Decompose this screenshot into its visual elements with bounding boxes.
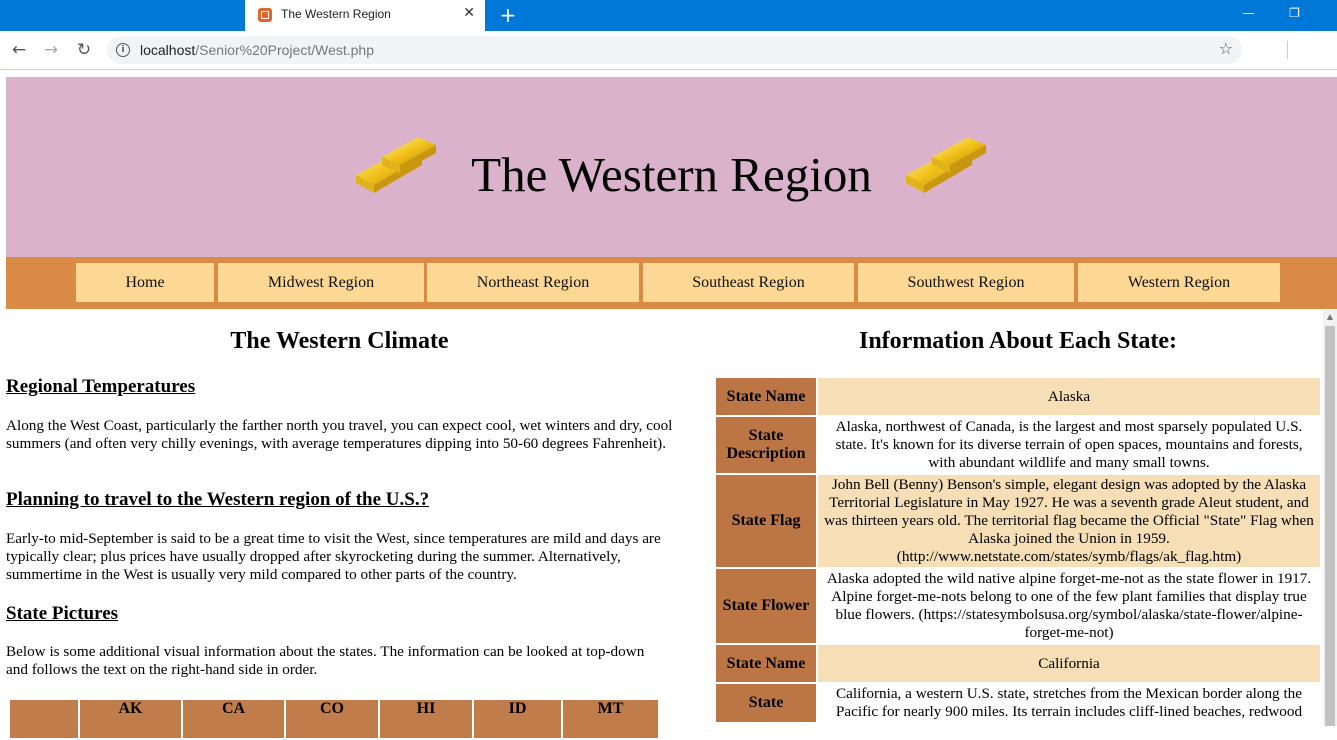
section-title: Planning to travel to the Western region… <box>6 489 430 510</box>
toolbar-divider <box>1287 41 1288 59</box>
nav-northeast[interactable]: Northeast Region <box>427 263 639 302</box>
info-icon[interactable]: i <box>116 43 130 57</box>
table-header-cell: HI <box>380 700 472 738</box>
url-path: /Senior%20Project/West.php <box>195 42 374 58</box>
row-value: Alaska <box>818 378 1320 415</box>
main-nav: Home Midwest Region Northeast Region Sou… <box>6 257 1337 309</box>
table-row: State Flower Alaska adopted the wild nat… <box>716 569 1320 643</box>
url-omnibox[interactable]: i localhost/Senior%20Project/West.php ☆ <box>107 36 1242 64</box>
bookmark-star-icon[interactable]: ☆ <box>1219 39 1233 58</box>
page-banner: The Western Region <box>6 77 1337 257</box>
xampp-favicon-icon <box>258 8 272 22</box>
info-heading: Information About Each State: <box>858 328 1177 354</box>
gold-bars-icon <box>906 137 986 193</box>
restore-window-button[interactable]: ❐ <box>1272 0 1317 31</box>
close-tab-icon[interactable]: ✕ <box>463 5 475 21</box>
section-text: Early-to mid-September is said to be a g… <box>6 530 661 583</box>
new-tab-button[interactable]: + <box>498 3 518 27</box>
nav-western[interactable]: Western Region <box>1078 263 1280 302</box>
browser-tab[interactable]: The Western Region ✕ <box>245 0 485 31</box>
scroll-up-arrow-icon[interactable]: ▲ <box>1323 310 1337 324</box>
table-row: State Name Alaska <box>716 378 1320 415</box>
row-label: State Description <box>716 417 816 473</box>
section-text: Along the West Coast, particularly the f… <box>6 417 673 452</box>
row-label: State Name <box>716 378 816 415</box>
nav-midwest[interactable]: Midwest Region <box>218 263 424 302</box>
table-header-cell <box>10 700 78 738</box>
url-host: localhost <box>140 42 196 58</box>
table-header-cell: ID <box>474 700 561 738</box>
row-label: State Flag <box>716 475 816 567</box>
table-row: State Description Alaska, northwest of C… <box>716 417 1320 473</box>
section-text: Below is some additional visual informat… <box>6 643 645 678</box>
section-title: State Pictures <box>6 603 119 624</box>
table-row: AK CA CO HI ID MT <box>10 700 658 738</box>
climate-heading: The Western Climate <box>230 328 449 354</box>
address-bar: ← → ↻ i localhost/Senior%20Project/West.… <box>0 31 1337 70</box>
forward-arrow-icon[interactable]: → <box>40 39 62 61</box>
nav-southwest[interactable]: Southwest Region <box>858 263 1074 302</box>
page-title: The Western Region <box>471 147 872 202</box>
state-pictures-table: AK CA CO HI ID MT <box>8 698 660 740</box>
minimize-window-button[interactable]: — <box>1226 0 1271 31</box>
row-label: State Name <box>716 645 816 682</box>
reload-icon[interactable]: ↻ <box>73 39 95 61</box>
table-header-cell: CA <box>183 700 284 738</box>
state-info-table: State Name Alaska State Description Alas… <box>714 376 1322 724</box>
nav-southeast[interactable]: Southeast Region <box>643 263 854 302</box>
row-label: State <box>716 684 816 722</box>
table-header-cell: CO <box>286 700 378 738</box>
nav-home[interactable]: Home <box>76 263 214 302</box>
row-value: California, a western U.S. state, stretc… <box>818 684 1320 722</box>
row-value: Alaska, northwest of Canada, is the larg… <box>818 417 1320 473</box>
scrollbar-thumb[interactable] <box>1325 326 1335 726</box>
row-label: State Flower <box>716 569 816 643</box>
table-row: State California, a western U.S. state, … <box>716 684 1320 722</box>
browser-tab-bar: The Western Region ✕ + — ❐ <box>0 0 1337 31</box>
row-value: California <box>818 645 1320 682</box>
table-header-cell: MT <box>563 700 658 738</box>
page-scrollbar[interactable]: ▲ <box>1323 310 1337 726</box>
row-value: Alaska adopted the wild native alpine fo… <box>818 569 1320 643</box>
table-row: State Flag John Bell (Benny) Benson's si… <box>716 475 1320 567</box>
table-row: State Name California <box>716 645 1320 682</box>
table-header-cell: AK <box>80 700 181 738</box>
back-arrow-icon[interactable]: ← <box>8 39 30 61</box>
row-value: John Bell (Benny) Benson's simple, elega… <box>818 475 1320 567</box>
section-title: Regional Temperatures <box>6 376 196 397</box>
url-text[interactable]: localhost/Senior%20Project/West.php <box>140 42 374 58</box>
tab-title: The Western Region <box>281 7 391 21</box>
